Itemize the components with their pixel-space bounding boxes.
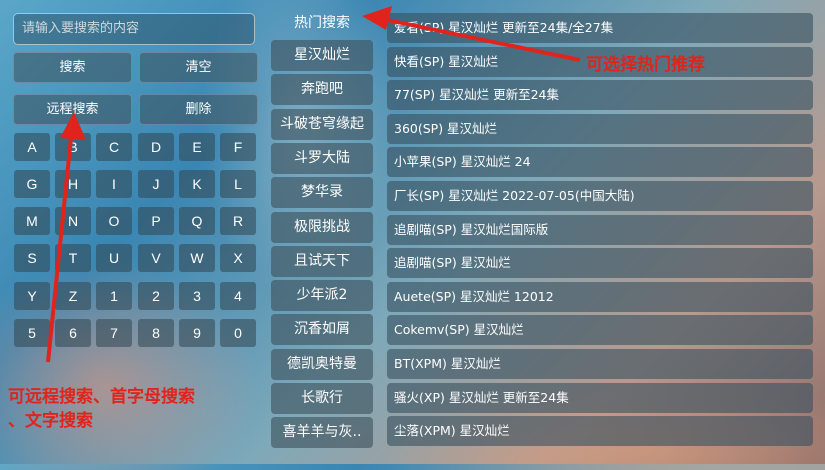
- search-tip-arrowhead: [60, 112, 86, 140]
- hot-tip-arrowhead: [362, 6, 392, 30]
- search-tip-annotation-line1: 可远程搜索、首字母搜索: [8, 387, 195, 407]
- search-tip-arrow-line: [46, 127, 74, 363]
- hot-tip-arrow-line: [377, 16, 581, 62]
- search-tip-annotation-line2: 、文字搜索: [8, 411, 93, 431]
- hot-tip-annotation: 可选择热门推荐: [586, 55, 705, 75]
